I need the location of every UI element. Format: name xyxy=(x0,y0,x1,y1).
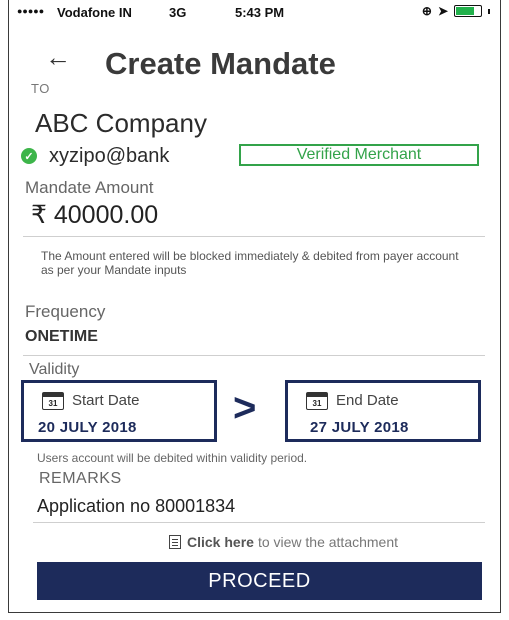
remarks-divider xyxy=(33,522,485,523)
clock-time: 5:43 PM xyxy=(235,5,285,20)
start-date-value: 20 JULY 2018 xyxy=(38,419,137,436)
start-date-picker[interactable]: 31 Start Date 20 JULY 2018 xyxy=(21,380,217,442)
to-label: TO xyxy=(31,81,50,96)
mandate-amount-label: Mandate Amount xyxy=(25,178,154,197)
attachment-link-text: to view the attachment xyxy=(257,534,399,550)
frequency-label: Frequency xyxy=(25,302,106,321)
battery-tip xyxy=(488,8,490,14)
proceed-button[interactable]: PROCEED xyxy=(37,562,482,600)
end-date-value: 27 JULY 2018 xyxy=(310,419,409,436)
frequency-divider xyxy=(23,355,485,356)
payee-upi-row: ✓ xyzipo@bank xyxy=(21,144,169,168)
battery-icon xyxy=(454,5,482,17)
attachment-link[interactable]: Click here to view the attachment xyxy=(169,534,398,550)
carrier-name: Vodafone IN xyxy=(57,5,132,20)
network-type: 3G xyxy=(169,5,187,20)
page-header: ← Create Mandate xyxy=(9,40,500,90)
amount-divider xyxy=(23,236,485,237)
page-title: Create Mandate xyxy=(105,46,336,81)
verified-check-icon: ✓ xyxy=(21,148,37,164)
location-arrow-icon: ➤ xyxy=(437,4,448,18)
document-icon xyxy=(169,535,181,549)
calendar-icon: 31 xyxy=(42,392,64,410)
remarks-value[interactable]: Application no 80001834 xyxy=(37,496,235,517)
end-date-caption: End Date xyxy=(336,392,399,409)
start-date-caption: Start Date xyxy=(72,392,140,409)
screen: ●●●●● Vodafone IN 3G 5:43 PM ⊕ ➤ ← Creat… xyxy=(8,0,501,613)
mandate-amount-value[interactable]: ₹ 40000.00 xyxy=(31,200,158,230)
verified-merchant-badge: Verified Merchant xyxy=(239,144,479,166)
payee-upi-id: xyzipo@bank xyxy=(49,144,170,167)
validity-note: Users account will be debited within val… xyxy=(37,451,308,465)
end-date-picker[interactable]: 31 End Date 27 JULY 2018 xyxy=(285,380,481,442)
click-here-link[interactable]: Click here xyxy=(187,534,254,550)
payee-name: ABC Company xyxy=(35,108,207,138)
signal-strength-icon: ●●●●● xyxy=(17,6,45,16)
frequency-value[interactable]: ONETIME xyxy=(25,328,98,346)
remarks-label: REMARKS xyxy=(39,470,122,487)
validity-label: Validity xyxy=(29,361,80,378)
calendar-icon: 31 xyxy=(306,392,328,410)
amount-note: The Amount entered will be blocked immed… xyxy=(41,249,459,277)
status-bar: ●●●●● Vodafone IN 3G 5:43 PM ⊕ ➤ xyxy=(9,0,500,26)
status-icons: ⊕ ➤ xyxy=(422,4,490,18)
back-arrow-icon[interactable]: ← xyxy=(45,44,71,70)
date-range-separator: > xyxy=(233,386,257,430)
orientation-lock-icon: ⊕ xyxy=(421,4,432,18)
